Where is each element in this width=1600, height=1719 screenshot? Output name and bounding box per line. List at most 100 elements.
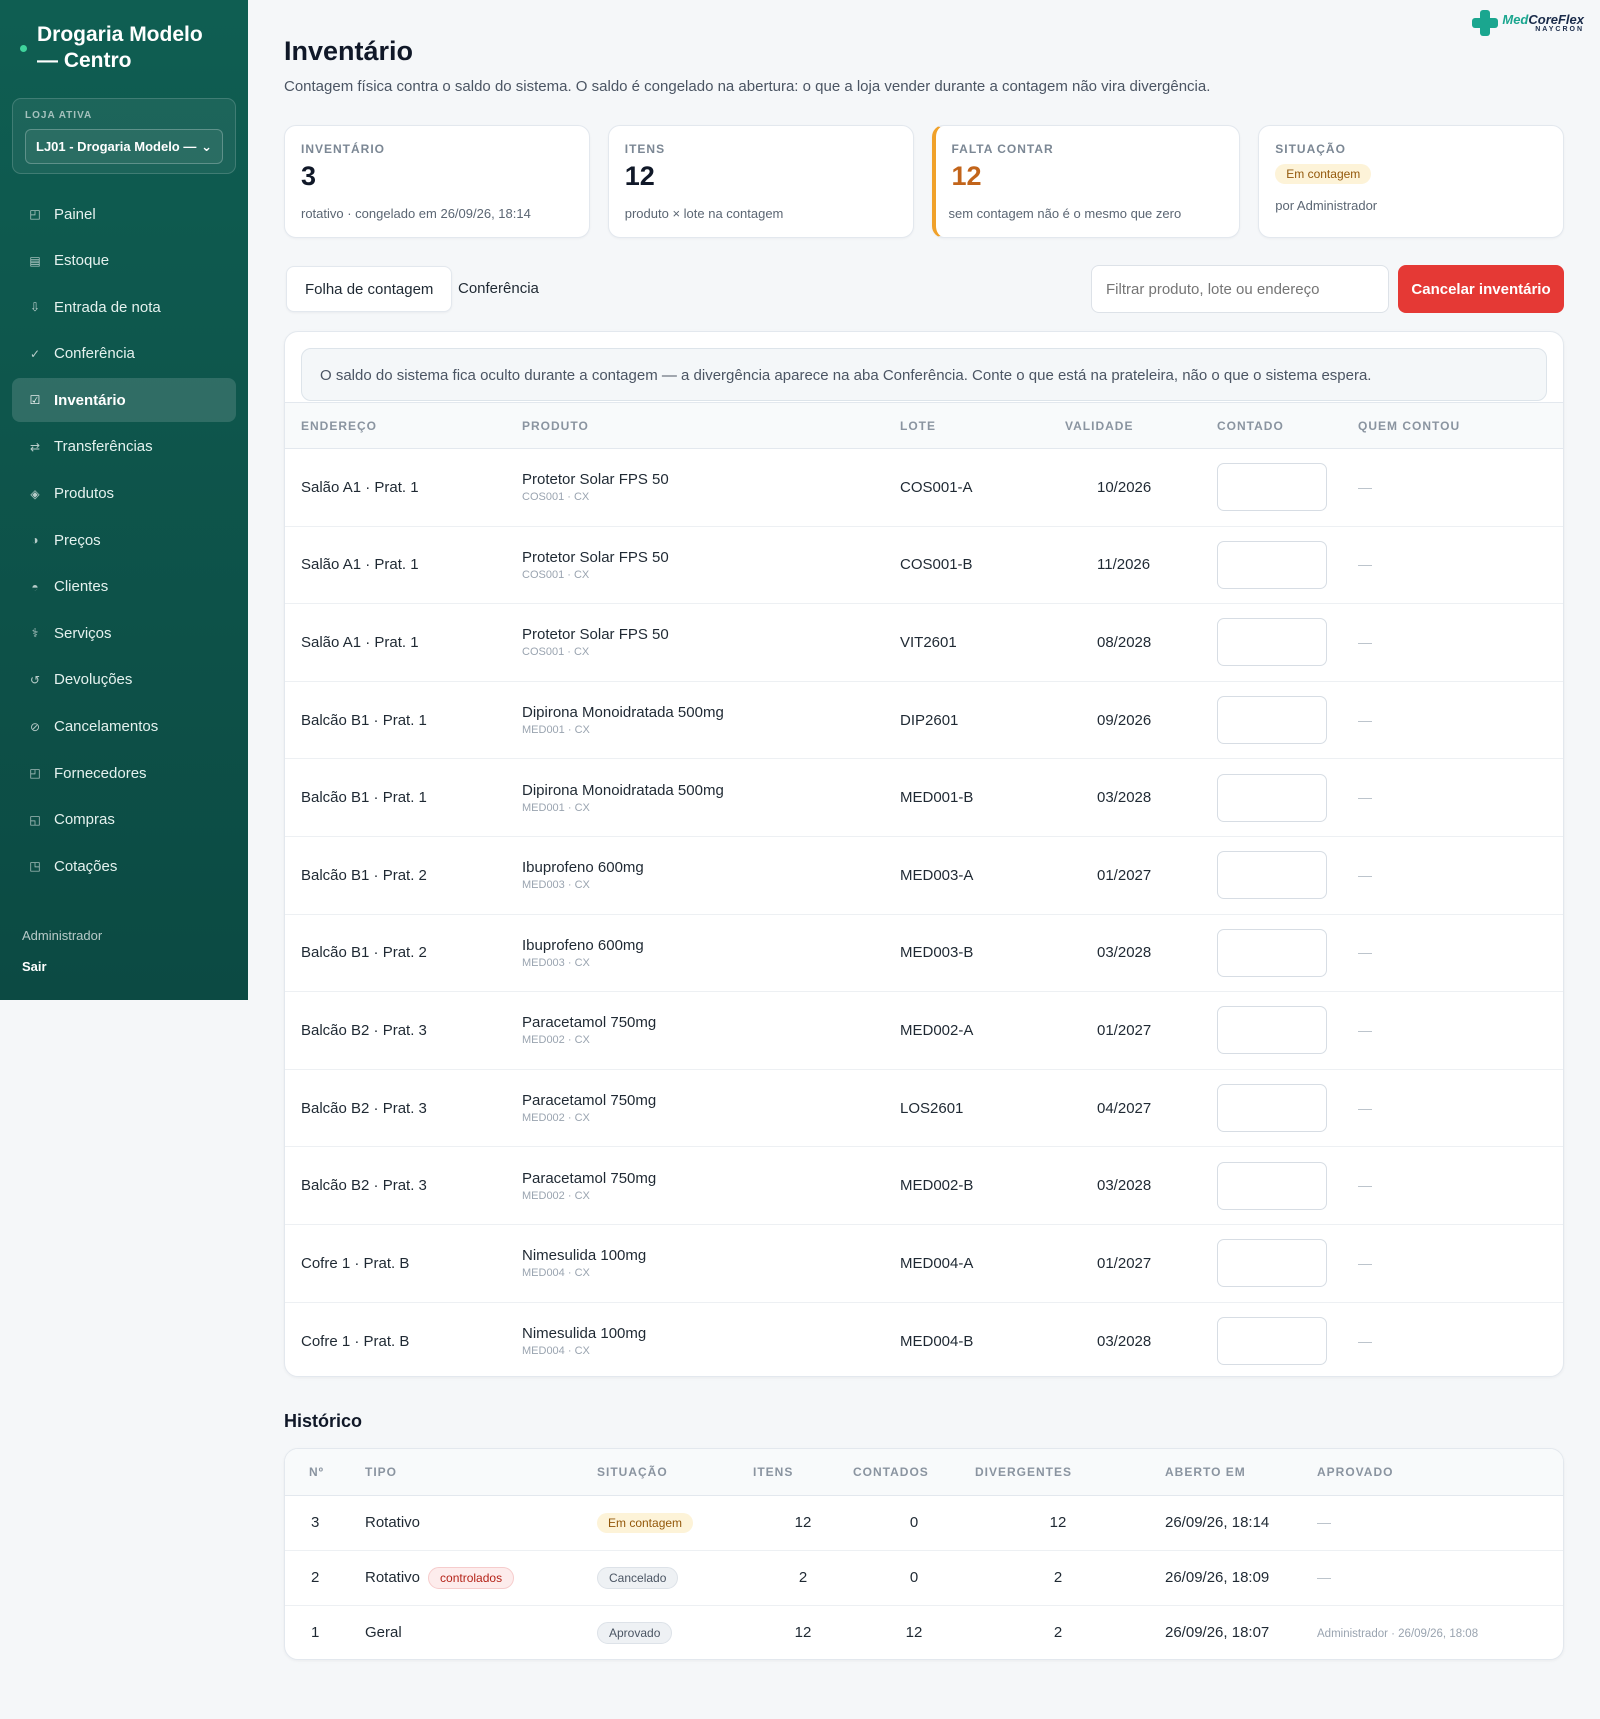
- count-input[interactable]: [1217, 540, 1327, 589]
- count-input[interactable]: [1217, 1317, 1327, 1366]
- card-situacao: SITUAÇÃO Em contagem por Administrador: [1258, 125, 1564, 238]
- card-label: INVENTÁRIO: [301, 142, 386, 156]
- table-row: Balcão B1 · Prat. 2 Ibuprofeno 600mg MED00…: [285, 836, 1563, 915]
- column-header-produto[interactable]: PRODUTO: [522, 402, 900, 449]
- nav-icon: ☑: [29, 393, 41, 408]
- approved-value: —: [1317, 1514, 1331, 1530]
- cell-lote: MED002-A: [900, 991, 1065, 1070]
- cell-aberto-em: 26/09/26, 18:14: [1141, 1495, 1317, 1551]
- sidebar-item-servicos[interactable]: ⚕ Serviços: [12, 611, 236, 655]
- tab-folha-de-contagem[interactable]: Folha de contagem: [286, 266, 453, 312]
- card-note: produto × lote na contagem: [624, 206, 784, 221]
- count-sheet-panel: O saldo do sistema fica oculto durante a…: [284, 331, 1564, 1377]
- sidebar-item-estoque[interactable]: ▤ Estoque: [12, 239, 236, 283]
- cell-validade: 09/2026: [1065, 681, 1217, 760]
- tab-conferencia[interactable]: Conferência: [440, 266, 557, 312]
- status-badge: Em contagem: [597, 1512, 694, 1533]
- count-input[interactable]: [1217, 696, 1327, 745]
- logout-link[interactable]: Sair: [22, 959, 47, 974]
- column-header-aprovado: APROVADO: [1317, 1449, 1563, 1496]
- product-code: MED001 · CX: [522, 724, 590, 737]
- counter-name: —: [1358, 711, 1372, 728]
- count-input[interactable]: [1217, 1084, 1327, 1133]
- cell-divergentes: 2: [1053, 1624, 1063, 1642]
- sidebar-item-devolucoes[interactable]: ↺ Devoluções: [12, 658, 236, 702]
- cell-validade: 03/2028: [1065, 1146, 1217, 1225]
- table-row[interactable]: 2 Rotativo controlados Cancelado 2 0 2 26/09/26…: [285, 1550, 1563, 1606]
- approved-value: —: [1317, 1569, 1331, 1585]
- sidebar-item-cotacoes[interactable]: ◳ Cotações: [12, 844, 236, 888]
- count-input[interactable]: [1217, 618, 1327, 667]
- column-header-validade[interactable]: VALIDADE: [1065, 402, 1217, 449]
- table-row: Balcão B2 · Prat. 3 Paracetamol 750mg MED0…: [285, 1146, 1563, 1225]
- column-header-tipo: TIPO: [365, 1449, 597, 1496]
- cell-contados: 0: [853, 1495, 975, 1551]
- cell-endereco: Balcão B2 · Prat. 3: [285, 991, 522, 1070]
- filter-input[interactable]: [1091, 265, 1389, 313]
- cancel-inventory-button[interactable]: Cancelar inventário: [1398, 265, 1564, 313]
- column-header-divergentes: DIVERGENTES: [975, 1449, 1141, 1496]
- count-input[interactable]: [1217, 463, 1327, 512]
- cell-validade: 11/2026: [1065, 526, 1217, 605]
- sidebar-item-transferencias[interactable]: ⇄ Transferências: [12, 425, 236, 469]
- cell-lote: MED003-B: [900, 914, 1065, 993]
- cell-quem-contou: —: [1358, 758, 1563, 837]
- approved-value: Administrador · 26/09/26, 18:08: [1317, 1628, 1479, 1641]
- count-input[interactable]: [1217, 1006, 1327, 1055]
- cell-contado: [1217, 681, 1358, 760]
- product-name: Protetor Solar FPS 50: [522, 626, 669, 644]
- user-name: Administrador: [22, 928, 103, 943]
- column-header-itens: ITENS: [753, 1449, 853, 1496]
- count-input[interactable]: [1217, 1161, 1327, 1210]
- table-row: Balcão B1 · Prat. 2 Ibuprofeno 600mg MED00…: [285, 914, 1563, 993]
- count-input[interactable]: [1217, 851, 1327, 900]
- brand-name: Drogaria Modelo — Centro: [37, 23, 203, 72]
- count-input[interactable]: [1217, 1239, 1327, 1288]
- product-code: MED001 · CX: [522, 801, 590, 814]
- store-label: LOJA ATIVA: [25, 110, 93, 121]
- table-row: Balcão B2 · Prat. 3 Paracetamol 750mg MED0…: [285, 991, 1563, 1070]
- sidebar-item-inventario[interactable]: ☑ Inventário: [12, 378, 236, 423]
- counter-name: —: [1358, 556, 1372, 573]
- cell-lote: MED003-A: [900, 836, 1065, 915]
- sidebar-item-clientes[interactable]: ◓ Clientes: [12, 565, 236, 609]
- product-name: Nimesulida 100mg: [522, 1325, 647, 1343]
- nav-icon: ◰: [29, 766, 41, 781]
- status-badge: Cancelado: [597, 1566, 679, 1589]
- history-panel: Nº TIPO SITUAÇÃO ITENS CONTADOS DIVERGEN…: [284, 1448, 1564, 1660]
- table-row: Balcão B1 · Prat. 1 Dipirona Monoidratada…: [285, 758, 1563, 837]
- sidebar-item-painel[interactable]: ◰ Painel: [12, 192, 236, 236]
- sidebar-item-cancelamentos[interactable]: ⊘ Cancelamentos: [12, 705, 236, 749]
- product-code: COS001 · CX: [522, 646, 590, 659]
- sidebar-item-precos[interactable]: ◑ Preços: [12, 518, 236, 562]
- store-select[interactable]: LJ01 - Drogaria Modelo — ⌄: [25, 129, 223, 164]
- table-row[interactable]: 3 Rotativo Em contagem 12 0 12 26/09/26, 18:14…: [285, 1495, 1563, 1551]
- nav-icon: ◑: [31, 533, 39, 548]
- cell-aprovado: —: [1317, 1495, 1563, 1551]
- column-header-endereco[interactable]: ENDEREÇO: [285, 402, 522, 449]
- sidebar-item-compras[interactable]: ◱ Compras: [12, 798, 236, 842]
- product-code: COS001 · CX: [522, 568, 590, 581]
- cell-tipo: Geral: [365, 1605, 597, 1659]
- logo-text: MedCoreFlex: [1502, 11, 1584, 27]
- card-inventario: INVENTÁRIO 3 rotativo · congelado em 26/…: [284, 125, 590, 238]
- sidebar-item-entrada-de-nota[interactable]: ⇩ Entrada de nota: [12, 285, 236, 329]
- cell-validade: 03/2028: [1097, 1332, 1152, 1350]
- sidebar-item-conferencia[interactable]: ✓ Conferência: [12, 332, 236, 376]
- column-header-lote[interactable]: LOTE: [900, 402, 1065, 449]
- count-input[interactable]: [1217, 928, 1327, 977]
- status-badge: Aprovado: [597, 1621, 673, 1644]
- sidebar-item-fornecedores[interactable]: ◰ Fornecedores: [12, 751, 236, 795]
- table-header-row: ENDEREÇO PRODUTO LOTE VALIDADE CONTADO Q…: [285, 402, 1563, 449]
- cell-contado: [1217, 448, 1358, 527]
- nav-icon: ◈: [30, 486, 40, 501]
- cell-aprovado: —: [1317, 1550, 1563, 1606]
- sidebar-item-produtos[interactable]: ◈ Produtos: [12, 472, 236, 516]
- cell-endereco: Balcão B1 · Prat. 1: [285, 758, 522, 837]
- cell-contados: 12: [905, 1624, 923, 1642]
- tipo-label: Rotativo: [365, 1568, 421, 1586]
- table-row[interactable]: 1 Geral Aprovado 12 12 2 26/09/26, 18:07 Admini…: [285, 1605, 1563, 1659]
- cell-quem-contou: —: [1358, 914, 1563, 993]
- count-input[interactable]: [1217, 773, 1327, 822]
- cell-produto: Protetor Solar FPS 50 COS001 · CX: [522, 526, 900, 605]
